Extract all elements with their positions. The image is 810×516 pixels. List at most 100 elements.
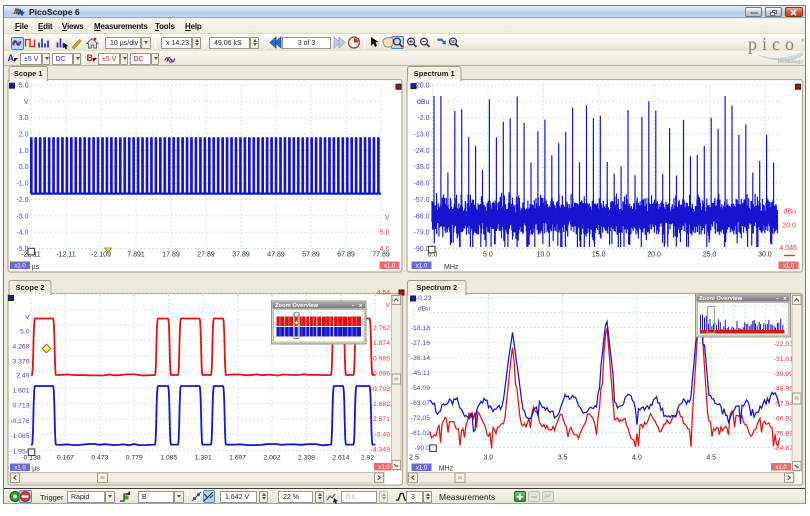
- svg-text:-0.176: -0.176: [10, 418, 29, 425]
- svg-text:1.697: 1.697: [229, 455, 246, 462]
- svg-text:-2.0: -2.0: [417, 115, 429, 122]
- svg-text:µs: µs: [32, 264, 40, 271]
- svg-text:-24.0: -24.0: [414, 148, 430, 155]
- svg-text:1.601: 1.601: [12, 387, 29, 394]
- svg-text:-31.01: -31.01: [774, 356, 793, 363]
- svg-text:-: -: [352, 302, 354, 309]
- svg-text:-: -: [776, 295, 778, 302]
- svg-text:0.473: 0.473: [91, 455, 108, 462]
- svg-text:0.167: 0.167: [57, 455, 74, 462]
- svg-text:Scope 1: Scope 1: [14, 69, 43, 78]
- svg-text:x1.0: x1.0: [775, 465, 787, 471]
- svg-text:5.0: 5.0: [19, 83, 29, 90]
- svg-text:×: ×: [783, 296, 787, 302]
- svg-text:-0.23: -0.23: [416, 295, 432, 302]
- svg-text:5.0: 5.0: [20, 329, 30, 336]
- svg-text:0.985: 0.985: [373, 355, 390, 362]
- svg-text:20.0: 20.0: [782, 223, 796, 230]
- svg-text:V: V: [24, 99, 29, 106]
- svg-text:47.89: 47.89: [267, 252, 285, 259]
- svg-text:-72.05: -72.05: [411, 415, 430, 422]
- svg-text:2.002: 2.002: [263, 455, 280, 462]
- svg-text:4.0: 4.0: [632, 455, 642, 462]
- svg-text:-57.94: -57.94: [774, 401, 793, 408]
- svg-text:5.0: 5.0: [483, 252, 493, 259]
- svg-text:Spectrum 1: Spectrum 1: [414, 69, 455, 78]
- svg-text:-27.16: -27.16: [411, 340, 430, 347]
- svg-text:2.762: 2.762: [373, 325, 390, 332]
- svg-text:4.268: 4.268: [12, 344, 29, 351]
- svg-text:-3.0: -3.0: [16, 213, 28, 220]
- svg-text:x1.0: x1.0: [416, 465, 428, 471]
- svg-text:2.49: 2.49: [16, 372, 29, 379]
- svg-text:3.5: 3.5: [558, 455, 568, 462]
- svg-text:0.096: 0.096: [373, 371, 390, 378]
- svg-text:x1.0: x1.0: [416, 263, 428, 269]
- svg-text:-79.0: -79.0: [414, 230, 430, 237]
- svg-text:-2.571: -2.571: [371, 416, 390, 423]
- svg-text:2.92: 2.92: [361, 455, 374, 462]
- svg-text:2.0: 2.0: [19, 132, 29, 139]
- svg-text:V: V: [385, 215, 390, 222]
- svg-text:-0.793: -0.793: [371, 386, 390, 393]
- svg-text:17.89: 17.89: [162, 252, 180, 259]
- svg-text:3.379: 3.379: [12, 359, 29, 366]
- svg-text:15.0: 15.0: [592, 252, 606, 259]
- svg-text:-1.682: -1.682: [371, 401, 390, 408]
- svg-text:20.0: 20.0: [647, 252, 661, 259]
- svg-text:2.308: 2.308: [298, 455, 315, 462]
- svg-text:-68.0: -68.0: [414, 213, 430, 220]
- svg-text:0.779: 0.779: [126, 455, 143, 462]
- svg-text:20.0: 20.0: [416, 83, 430, 90]
- svg-text:-63.07: -63.07: [411, 400, 430, 407]
- svg-text:×: ×: [359, 303, 363, 309]
- svg-text:V: V: [385, 302, 390, 309]
- svg-text:2.5: 2.5: [409, 455, 419, 462]
- svg-text:7.891: 7.891: [127, 252, 145, 259]
- svg-text:1.874: 1.874: [373, 340, 390, 347]
- svg-text:1.391: 1.391: [195, 455, 212, 462]
- svg-text:4.5: 4.5: [706, 455, 716, 462]
- svg-text:-35.0: -35.0: [414, 164, 430, 171]
- svg-text:-66.92: -66.92: [774, 415, 793, 422]
- svg-text:25.0: 25.0: [703, 252, 717, 259]
- svg-text:-81.02: -81.02: [411, 430, 430, 437]
- svg-text:1.085: 1.085: [160, 455, 177, 462]
- svg-text:-46.0: -46.0: [414, 181, 430, 188]
- svg-text:67.89: 67.89: [337, 252, 355, 259]
- svg-text:0.713: 0.713: [12, 403, 29, 410]
- svg-text:-90.0: -90.0: [415, 445, 431, 452]
- svg-text:-36.14: -36.14: [411, 355, 430, 362]
- svg-text:dBu: dBu: [418, 305, 430, 312]
- svg-text:V: V: [25, 314, 30, 321]
- svg-text:-1.0: -1.0: [16, 181, 28, 188]
- svg-text:-22.03: -22.03: [774, 341, 793, 348]
- svg-text:5.0: 5.0: [380, 230, 390, 237]
- svg-text:x1.0: x1.0: [14, 465, 26, 471]
- svg-text:2.614: 2.614: [332, 455, 349, 462]
- svg-text:MHz: MHz: [444, 264, 459, 271]
- svg-text:µs: µs: [32, 466, 40, 473]
- svg-text:-48.96: -48.96: [774, 386, 793, 393]
- svg-text:-54.09: -54.09: [411, 385, 430, 392]
- svg-text:dBu: dBu: [417, 99, 430, 106]
- svg-text:4.54: 4.54: [377, 290, 390, 297]
- svg-text:30.0: 30.0: [758, 252, 772, 259]
- svg-text:57.89: 57.89: [302, 252, 320, 259]
- svg-text:-4.0: -4.0: [16, 230, 28, 237]
- svg-text:Zoom Overview: Zoom Overview: [699, 296, 743, 302]
- svg-text:-45.11: -45.11: [411, 370, 430, 377]
- svg-text:4.046: 4.046: [779, 245, 797, 252]
- svg-text:-13.0: -13.0: [414, 132, 430, 139]
- svg-text:x1.0: x1.0: [14, 263, 26, 269]
- svg-text:-2.0: -2.0: [16, 197, 28, 204]
- svg-text:-1.065: -1.065: [10, 433, 29, 440]
- svg-text:MHz: MHz: [439, 466, 454, 473]
- svg-text:-12.11: -12.11: [56, 252, 75, 259]
- svg-text:-75.89: -75.89: [774, 430, 793, 437]
- svg-text:27.89: 27.89: [197, 252, 215, 259]
- svg-text:3.0: 3.0: [483, 455, 493, 462]
- svg-text:0.0: 0.0: [19, 164, 29, 171]
- svg-text:-3.46: -3.46: [375, 431, 391, 438]
- svg-text:x1.0: x1.0: [783, 263, 795, 269]
